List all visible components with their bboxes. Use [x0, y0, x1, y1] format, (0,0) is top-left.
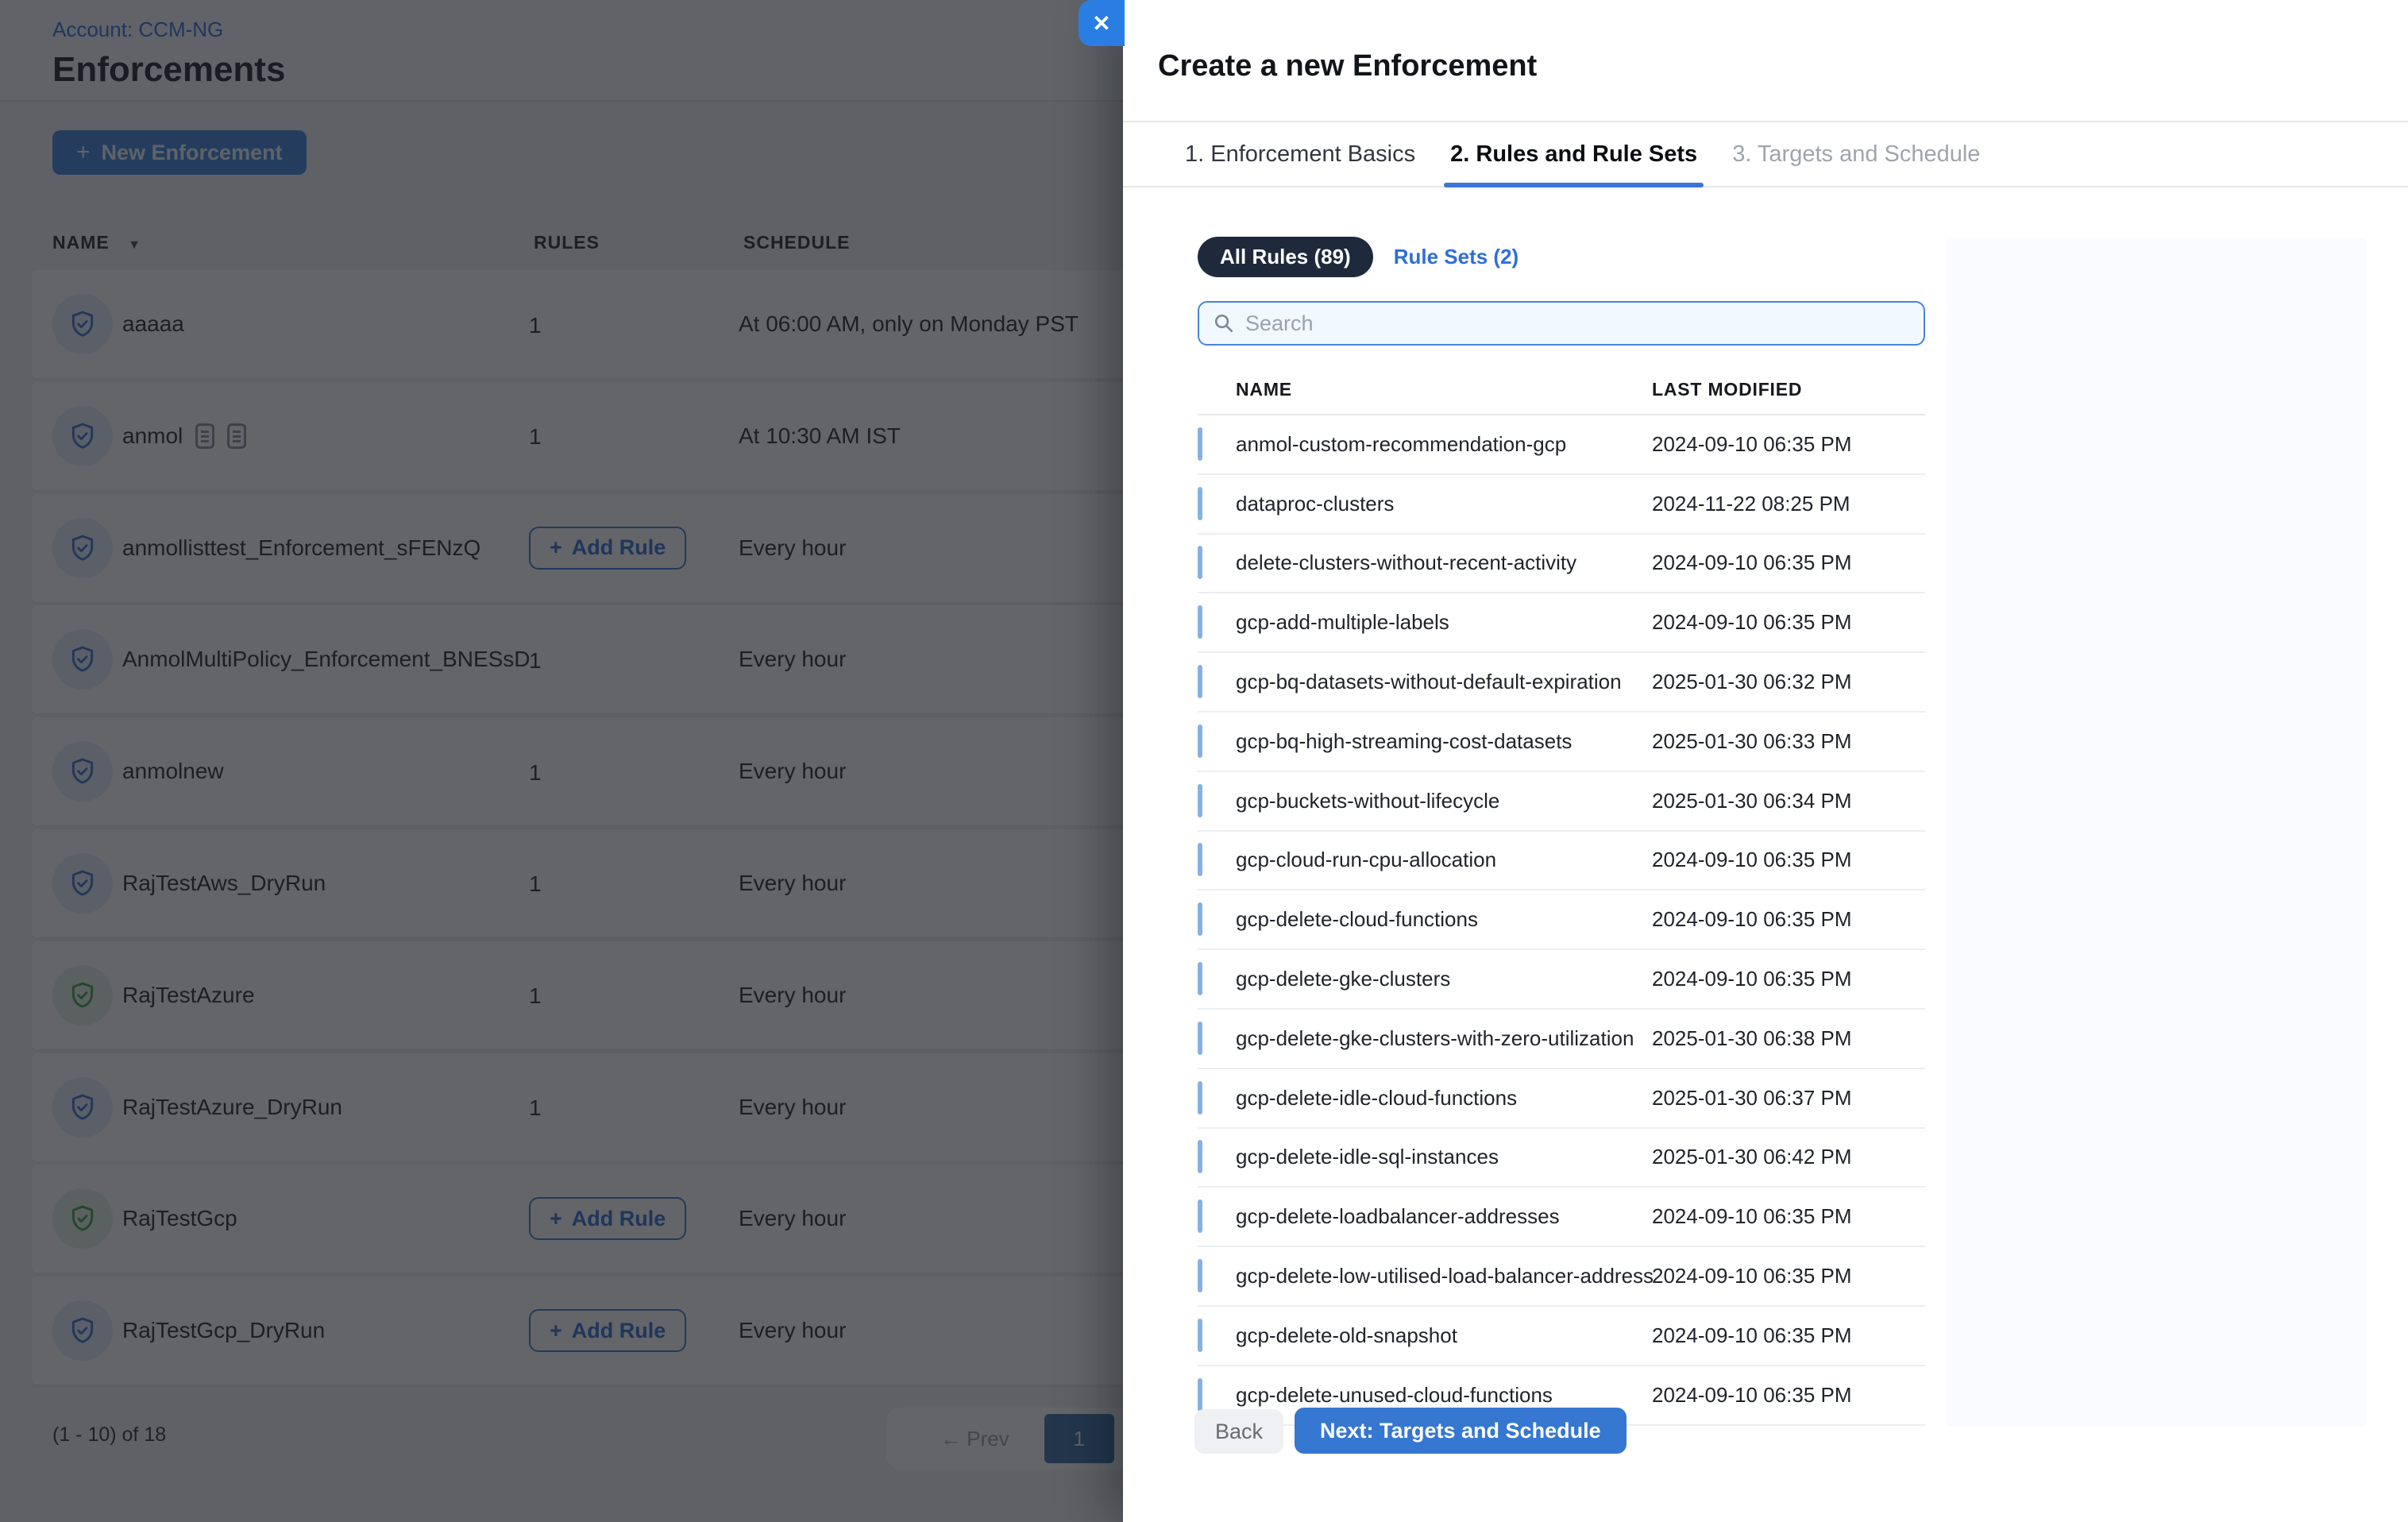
rule-row[interactable]: anmol-custom-recommendation-gcp 2024-09-…	[1198, 415, 1925, 475]
rule-last-modified: 2025-01-30 06:33 PM	[1652, 729, 1925, 754]
rule-row[interactable]: gcp-bq-datasets-without-default-expirati…	[1198, 653, 1925, 713]
rule-row[interactable]: gcp-bq-high-streaming-cost-datasets 2025…	[1198, 713, 1925, 772]
rule-row[interactable]: gcp-buckets-without-lifecycle 2025-01-30…	[1198, 772, 1925, 832]
rule-last-modified: 2024-09-10 06:35 PM	[1652, 907, 1925, 932]
rule-last-modified: 2024-09-10 06:35 PM	[1652, 550, 1925, 575]
rules-search	[1198, 301, 1925, 346]
rule-name: gcp-delete-idle-sql-instances	[1236, 1145, 1652, 1169]
rule-last-modified: 2024-09-10 06:35 PM	[1652, 1264, 1925, 1288]
tab-rules-and-rule-sets[interactable]: 2. Rules and Rule Sets	[1450, 122, 1697, 186]
rule-checkbox[interactable]	[1198, 1140, 1202, 1173]
rule-name: gcp-delete-gke-clusters	[1236, 967, 1652, 991]
app-root: Account: CCM-NG Enforcements + New Enfor…	[0, 0, 2408, 1522]
rules-table: anmol-custom-recommendation-gcp 2024-09-…	[1198, 415, 1925, 1426]
rule-name: gcp-add-multiple-labels	[1236, 610, 1652, 635]
rule-checkbox[interactable]	[1198, 1378, 1202, 1412]
drawer-footer: Back Next: Targets and Schedule	[1123, 1452, 2408, 1522]
rule-last-modified: 2024-09-10 06:35 PM	[1652, 1323, 1925, 1348]
close-icon: ✕	[1092, 10, 1110, 37]
rule-last-modified: 2025-01-30 06:34 PM	[1652, 789, 1925, 813]
rule-checkbox[interactable]	[1198, 962, 1202, 995]
rule-name: delete-clusters-without-recent-activity	[1236, 550, 1652, 575]
rule-last-modified: 2024-09-10 06:35 PM	[1652, 1383, 1925, 1408]
rule-name: gcp-delete-old-snapshot	[1236, 1323, 1652, 1348]
rule-row[interactable]: dataproc-clusters 2024-11-22 08:25 PM	[1198, 475, 1925, 535]
rule-row[interactable]: gcp-delete-gke-clusters-with-zero-utiliz…	[1198, 1010, 1925, 1069]
rule-name: gcp-bq-high-streaming-cost-datasets	[1236, 729, 1652, 754]
rule-name: gcp-bq-datasets-without-default-expirati…	[1236, 670, 1652, 694]
close-drawer-button[interactable]: ✕	[1079, 0, 1125, 46]
next-targets-schedule-button[interactable]: Next: Targets and Schedule	[1295, 1408, 1627, 1454]
rule-checkbox[interactable]	[1198, 487, 1202, 520]
rule-last-modified: 2025-01-30 06:37 PM	[1652, 1086, 1925, 1111]
rule-row[interactable]: gcp-delete-idle-sql-instances 2025-01-30…	[1198, 1129, 1925, 1188]
rule-last-modified: 2025-01-30 06:38 PM	[1652, 1026, 1925, 1051]
rule-last-modified: 2024-11-22 08:25 PM	[1652, 492, 1925, 516]
rule-checkbox[interactable]	[1198, 1081, 1202, 1114]
rule-last-modified: 2024-09-10 06:35 PM	[1652, 610, 1925, 635]
rule-checkbox[interactable]	[1198, 1259, 1202, 1292]
rule-row[interactable]: gcp-add-multiple-labels 2024-09-10 06:35…	[1198, 593, 1925, 653]
search-icon	[1214, 313, 1234, 334]
rule-row[interactable]: gcp-delete-old-snapshot 2024-09-10 06:35…	[1198, 1307, 1925, 1366]
rule-name: dataproc-clusters	[1236, 492, 1652, 516]
rule-checkbox[interactable]	[1198, 427, 1202, 461]
tab-targets-and-schedule[interactable]: 3. Targets and Schedule	[1732, 122, 1980, 186]
rule-row[interactable]: gcp-delete-cloud-functions 2024-09-10 06…	[1198, 890, 1925, 950]
rule-name: gcp-delete-unused-cloud-functions	[1236, 1383, 1652, 1408]
wizard-tabs: 1. Enforcement Basics 2. Rules and Rule …	[1123, 121, 2408, 187]
rule-sets-pill[interactable]: Rule Sets (2)	[1394, 245, 1519, 269]
rule-last-modified: 2025-01-30 06:42 PM	[1652, 1145, 1925, 1169]
rule-checkbox[interactable]	[1198, 605, 1202, 639]
column-rule-name: NAME	[1236, 379, 1652, 400]
rule-row[interactable]: gcp-delete-gke-clusters 2024-09-10 06:35…	[1198, 950, 1925, 1010]
rule-checkbox[interactable]	[1198, 1319, 1202, 1352]
drawer-title: Create a new Enforcement	[1158, 49, 1537, 83]
rule-checkbox[interactable]	[1198, 1199, 1202, 1233]
rule-name: gcp-delete-idle-cloud-functions	[1236, 1086, 1652, 1111]
create-enforcement-drawer: Create a new Enforcement 1. Enforcement …	[1123, 0, 2408, 1522]
rule-row[interactable]: gcp-delete-idle-cloud-functions 2025-01-…	[1198, 1069, 1925, 1129]
rules-filter-pills: All Rules (89) Rule Sets (2)	[1198, 237, 1925, 277]
rule-name: gcp-delete-gke-clusters-with-zero-utiliz…	[1236, 1026, 1652, 1051]
rule-last-modified: 2024-09-10 06:35 PM	[1652, 432, 1925, 457]
rules-table-header: NAME LAST MODIFIED	[1198, 365, 1925, 415]
drawer-body: All Rules (89) Rule Sets (2) NAME LAST M…	[1198, 187, 1925, 1426]
rule-row[interactable]: delete-clusters-without-recent-activity …	[1198, 535, 1925, 594]
rule-preview-panel	[1947, 238, 2367, 1427]
rule-checkbox[interactable]	[1198, 902, 1202, 936]
column-last-modified: LAST MODIFIED	[1652, 379, 1925, 400]
tab-enforcement-basics[interactable]: 1. Enforcement Basics	[1185, 122, 1415, 186]
rule-checkbox[interactable]	[1198, 843, 1202, 876]
rule-checkbox[interactable]	[1198, 1022, 1202, 1055]
rule-name: gcp-cloud-run-cpu-allocation	[1236, 848, 1652, 872]
rule-checkbox[interactable]	[1198, 724, 1202, 758]
rule-row[interactable]: gcp-delete-loadbalancer-addresses 2024-0…	[1198, 1188, 1925, 1247]
rule-last-modified: 2024-09-10 06:35 PM	[1652, 967, 1925, 991]
rule-row[interactable]: gcp-cloud-run-cpu-allocation 2024-09-10 …	[1198, 832, 1925, 891]
back-button[interactable]: Back	[1194, 1409, 1283, 1454]
rule-last-modified: 2025-01-30 06:32 PM	[1652, 670, 1925, 694]
rule-last-modified: 2024-09-10 06:35 PM	[1652, 1204, 1925, 1229]
search-input[interactable]	[1245, 311, 1909, 336]
rule-name: anmol-custom-recommendation-gcp	[1236, 432, 1652, 457]
rule-name: gcp-delete-cloud-functions	[1236, 907, 1652, 932]
rule-checkbox[interactable]	[1198, 665, 1202, 698]
rule-name: gcp-delete-loadbalancer-addresses	[1236, 1204, 1652, 1229]
rule-name: gcp-delete-low-utilised-load-balancer-ad…	[1236, 1264, 1652, 1288]
rule-row[interactable]: gcp-delete-low-utilised-load-balancer-ad…	[1198, 1247, 1925, 1307]
rule-checkbox[interactable]	[1198, 546, 1202, 579]
rule-checkbox[interactable]	[1198, 784, 1202, 817]
rule-last-modified: 2024-09-10 06:35 PM	[1652, 848, 1925, 872]
all-rules-pill[interactable]: All Rules (89)	[1198, 237, 1373, 277]
rule-name: gcp-buckets-without-lifecycle	[1236, 789, 1652, 813]
